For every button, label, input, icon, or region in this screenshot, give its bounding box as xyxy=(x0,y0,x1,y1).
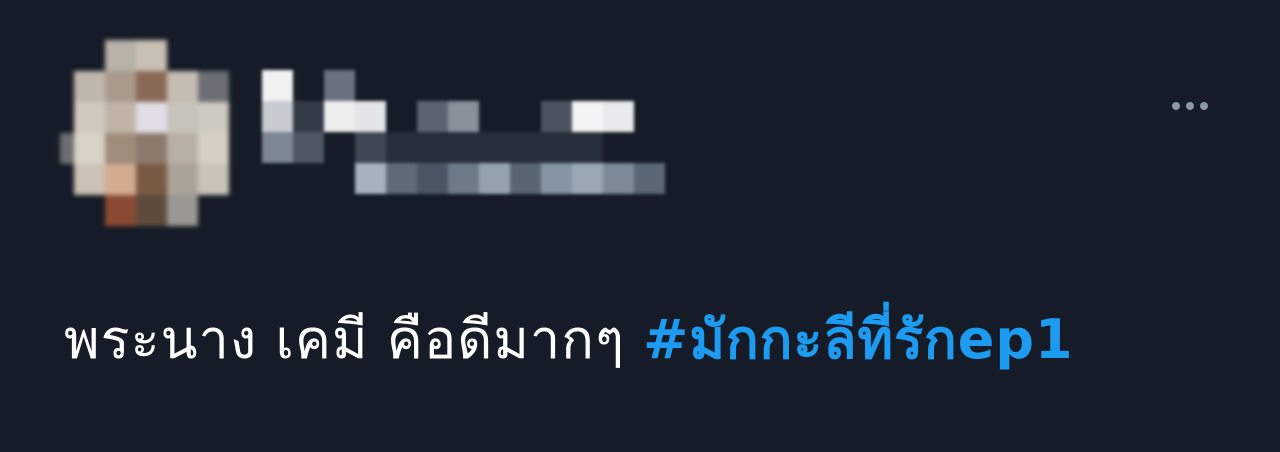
more-horizontal-icon xyxy=(1200,102,1208,110)
more-horizontal-icon xyxy=(1172,102,1180,110)
tweet-card: พระนาง เคมี คือดีมากๆ #มักกะลีที่รักep1 xyxy=(0,0,1280,452)
user-name-redacted[interactable] xyxy=(262,70,672,200)
avatar[interactable] xyxy=(60,40,235,230)
hashtag-link[interactable]: #มักกะลีที่รักep1 xyxy=(643,308,1073,371)
more-horizontal-icon xyxy=(1186,102,1194,110)
more-options-button[interactable] xyxy=(1162,90,1218,122)
tweet-body: พระนาง เคมี คือดีมากๆ xyxy=(64,308,625,371)
tweet-text: พระนาง เคมี คือดีมากๆ #มักกะลีที่รักep1 xyxy=(64,300,1074,380)
